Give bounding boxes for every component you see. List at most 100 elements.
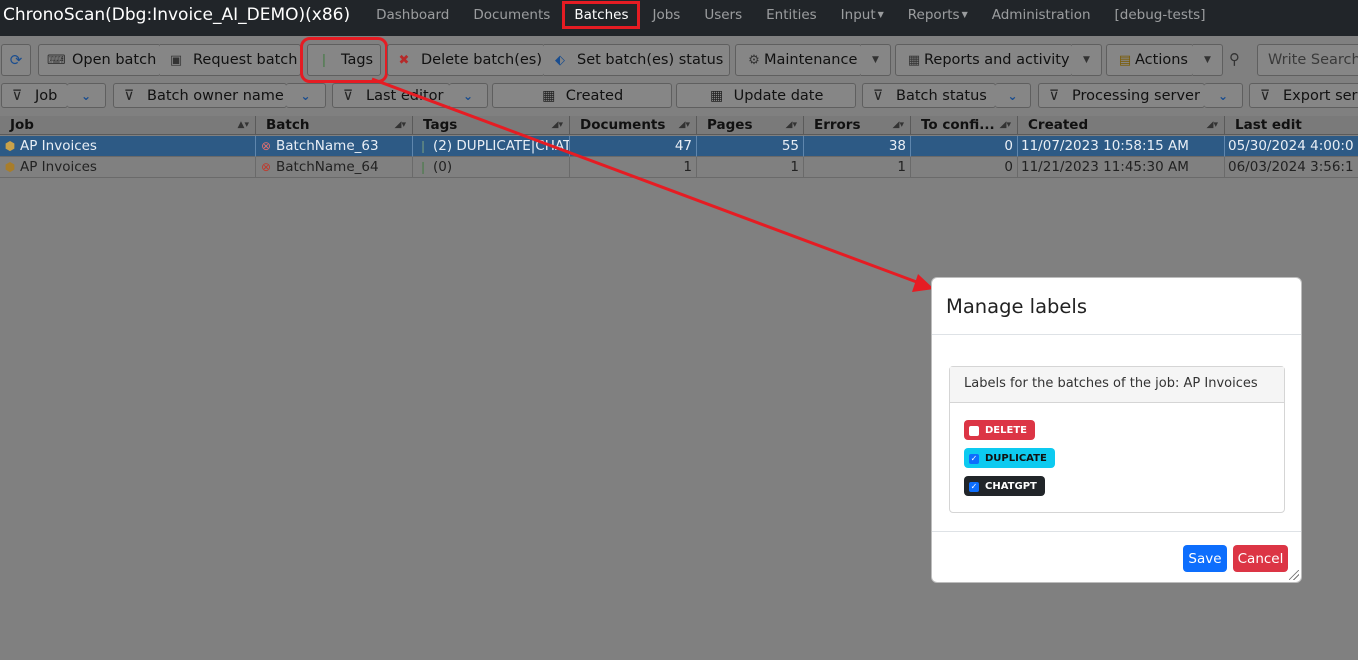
label-row: ✓ DUPLICATE: [964, 448, 1055, 476]
open-batch-button[interactable]: ⌨ Open batch: [38, 44, 161, 76]
refresh-button[interactable]: ⟳: [1, 44, 31, 76]
nav-users[interactable]: Users: [692, 7, 754, 23]
chevron-down-icon: ⌄: [80, 88, 92, 103]
label-duplicate-toggle[interactable]: ✓ DUPLICATE: [964, 448, 1055, 468]
column-header-created[interactable]: Created ◢▾: [1018, 116, 1225, 135]
job-box-icon: ⬢: [4, 139, 16, 153]
column-header-job[interactable]: Job ▲▾: [0, 116, 256, 135]
save-button[interactable]: Save: [1183, 545, 1227, 572]
column-header-last-edit[interactable]: Last edit: [1225, 116, 1358, 135]
cell-to-confirm: 0: [911, 136, 1018, 157]
tags-label: Tags: [341, 52, 374, 68]
filter-batch-owner-dropdown[interactable]: ⌄: [286, 83, 326, 108]
column-header-tags[interactable]: Tags ◢▾: [413, 116, 570, 135]
tag-icon: ❘: [318, 52, 330, 68]
cancel-button[interactable]: Cancel: [1233, 545, 1288, 572]
label-name: CHATGPT: [985, 480, 1037, 492]
label-delete-toggle[interactable]: DELETE: [964, 420, 1035, 440]
set-status-button[interactable]: ⬖ Set batch(es) status: [544, 44, 730, 76]
checkbox-unchecked[interactable]: [969, 426, 979, 436]
chevron-down-icon: ⌄: [1217, 88, 1229, 103]
actions-dropdown[interactable]: ▼: [1193, 44, 1223, 76]
table-row[interactable]: ⬢ AP Invoices ⊗ BatchName_63 ❘ (2) DUPLICAT…: [0, 136, 1358, 157]
actions-icon: ▤: [1118, 52, 1132, 68]
maintenance-label: Maintenance: [764, 52, 858, 68]
toolbar: ⟳ ⌨ Open batch ▣ Request batch ❘ Tags ✖ …: [0, 37, 1358, 83]
tag-icon: ❘: [417, 139, 429, 153]
maintenance-dropdown[interactable]: ▼: [861, 44, 891, 76]
filter-icon: ⊽: [11, 87, 23, 104]
filter-batch-status-label: Batch status: [896, 87, 987, 104]
job-box-icon: ⬢: [4, 160, 16, 174]
nav-batches[interactable]: Batches: [562, 1, 641, 29]
filter-batch-status[interactable]: ⊽ Batch status: [862, 83, 996, 108]
filter-job[interactable]: ⊽ Job: [1, 83, 68, 108]
cell-job-text: AP Invoices: [20, 159, 97, 175]
checkbox-checked[interactable]: ✓: [969, 482, 979, 492]
column-header-batch[interactable]: Batch ◢▾: [256, 116, 413, 135]
reports-activity-button[interactable]: ▦ Reports and activity: [895, 44, 1073, 76]
app-title[interactable]: ChronoScan(Dbg:Invoice_AI_DEMO)(x86): [0, 5, 350, 25]
calendar-icon: ▦: [709, 87, 724, 104]
nav-debug-tests[interactable]: [debug-tests]: [1103, 7, 1218, 23]
filter-processing-server[interactable]: ⊽ Processing server: [1038, 83, 1205, 108]
label-row: DELETE: [964, 420, 1055, 448]
cell-tags: ❘ (0): [413, 157, 570, 178]
table-row[interactable]: ⬢ AP Invoices ⊗ BatchName_64 ❘ (0) 1 1 1 0 …: [0, 157, 1358, 178]
column-header-pages[interactable]: Pages ◢▾: [697, 116, 804, 135]
request-batch-button[interactable]: ▣ Request batch: [160, 44, 301, 76]
nav-reports-dropdown[interactable]: Reports ▼: [896, 7, 980, 23]
modal-body: Labels for the batches of the job: AP In…: [932, 335, 1301, 532]
cell-tags-text: (2) DUPLICATE|CHATGPT: [433, 138, 570, 154]
resize-grip-icon[interactable]: [1289, 570, 1299, 580]
filter-last-editor[interactable]: ⊽ Last editor: [332, 83, 450, 108]
chevron-down-icon: ⌄: [1007, 88, 1018, 103]
modal-header: Manage labels: [932, 278, 1301, 335]
column-header-documents[interactable]: Documents ◢▾: [570, 116, 697, 135]
label-row: ✓ CHATGPT: [964, 476, 1055, 504]
column-header-errors[interactable]: Errors ◢▾: [804, 116, 911, 135]
sort-icon: ◢▾: [678, 120, 690, 130]
label-chatgpt-toggle[interactable]: ✓ CHATGPT: [964, 476, 1045, 496]
filter-icon: ⊽: [1259, 87, 1271, 104]
top-navbar: ChronoScan(Dbg:Invoice_AI_DEMO)(x86) Das…: [0, 0, 1358, 36]
filter-job-dropdown[interactable]: ⌄: [67, 83, 106, 108]
filter-created-label: Created: [565, 87, 624, 104]
reports-dropdown[interactable]: ▼: [1072, 44, 1102, 76]
filter-last-editor-dropdown[interactable]: ⌄: [449, 83, 488, 108]
tag-icon: ❘: [417, 160, 429, 174]
sort-icon: ◢▾: [785, 120, 797, 130]
actions-button[interactable]: ▤ Actions: [1106, 44, 1194, 76]
search-placeholder: Write Search: [1268, 52, 1358, 68]
chevron-down-icon: ⌄: [462, 88, 474, 103]
nav-jobs[interactable]: Jobs: [640, 7, 692, 23]
nav-documents[interactable]: Documents: [461, 7, 562, 23]
delete-batches-button[interactable]: ✖ Delete batch(es): [387, 44, 545, 76]
cell-batch-text: BatchName_63: [276, 138, 379, 154]
cell-errors: 38: [804, 136, 911, 157]
checkbox-checked[interactable]: ✓: [969, 454, 979, 464]
cell-batch-text: BatchName_64: [276, 159, 379, 175]
cell-to-confirm: 0: [911, 157, 1018, 178]
nav-dashboard[interactable]: Dashboard: [364, 7, 461, 23]
column-header-label: Tags: [423, 117, 458, 133]
column-header-to-confirm[interactable]: To confi... ◢▾: [911, 116, 1018, 135]
filter-batch-status-dropdown[interactable]: ⌄: [995, 83, 1031, 108]
nav-input-dropdown[interactable]: Input ▼: [829, 7, 896, 23]
search-input[interactable]: Write Search: [1257, 44, 1358, 76]
caret-down-icon: ▼: [877, 10, 884, 19]
sort-icon: ◢▾: [892, 120, 904, 130]
filter-batch-owner[interactable]: ⊽ Batch owner name: [113, 83, 287, 108]
maintenance-button[interactable]: ⚙ Maintenance: [735, 44, 862, 76]
nav-entities[interactable]: Entities: [754, 7, 829, 23]
cell-batch: ⊗ BatchName_64: [256, 157, 413, 178]
cell-documents: 47: [570, 136, 697, 157]
sort-icon: ◢▾: [394, 120, 406, 130]
nav-administration[interactable]: Administration: [980, 7, 1103, 23]
filter-update-date[interactable]: ▦ Update date: [676, 83, 856, 108]
filter-created[interactable]: ▦ Created: [492, 83, 672, 108]
tags-button[interactable]: ❘ Tags: [300, 37, 388, 83]
delete-x-icon: ✖: [398, 52, 410, 68]
filter-processing-server-dropdown[interactable]: ⌄: [1204, 83, 1243, 108]
filter-export-server[interactable]: ⊽ Export serv: [1249, 83, 1358, 108]
